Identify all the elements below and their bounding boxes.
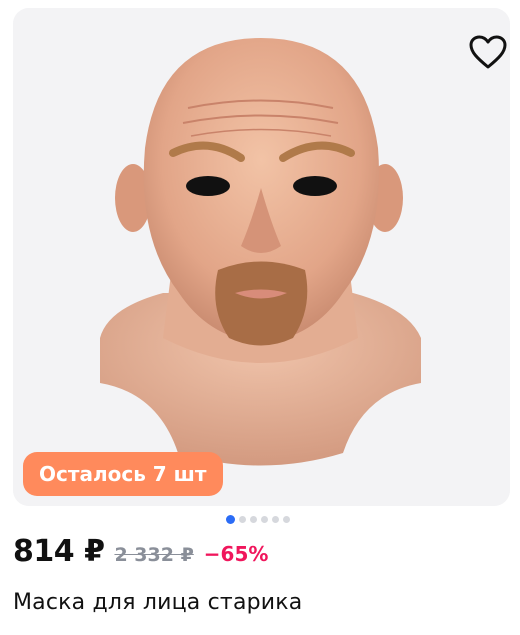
pagination-dot-active[interactable] [226, 514, 235, 524]
current-price: 814 ₽ [13, 534, 105, 569]
pagination-dot[interactable] [261, 515, 268, 523]
pagination-dot[interactable] [250, 515, 257, 523]
pagination-dot[interactable] [283, 515, 290, 523]
heart-outline-icon [469, 35, 507, 69]
product-title[interactable]: Маска для лица старика [13, 590, 302, 615]
pagination-dot[interactable] [272, 515, 279, 523]
old-price: 2 332 ₽ [114, 544, 194, 566]
product-card[interactable]: Осталось 7 шт 814 ₽ 2 332 ₽ −65% Маска д… [0, 0, 520, 635]
favorite-button[interactable] [462, 28, 510, 76]
gallery-pagination[interactable] [226, 514, 290, 524]
product-image [13, 8, 510, 506]
price-row: 814 ₽ 2 332 ₽ −65% [13, 534, 268, 580]
stock-left-badge: Осталось 7 шт [23, 452, 223, 496]
discount-label: −65% [203, 542, 269, 566]
product-image-container[interactable] [13, 8, 510, 506]
pagination-dot[interactable] [239, 515, 246, 523]
stock-left-label: Осталось 7 шт [39, 462, 207, 486]
